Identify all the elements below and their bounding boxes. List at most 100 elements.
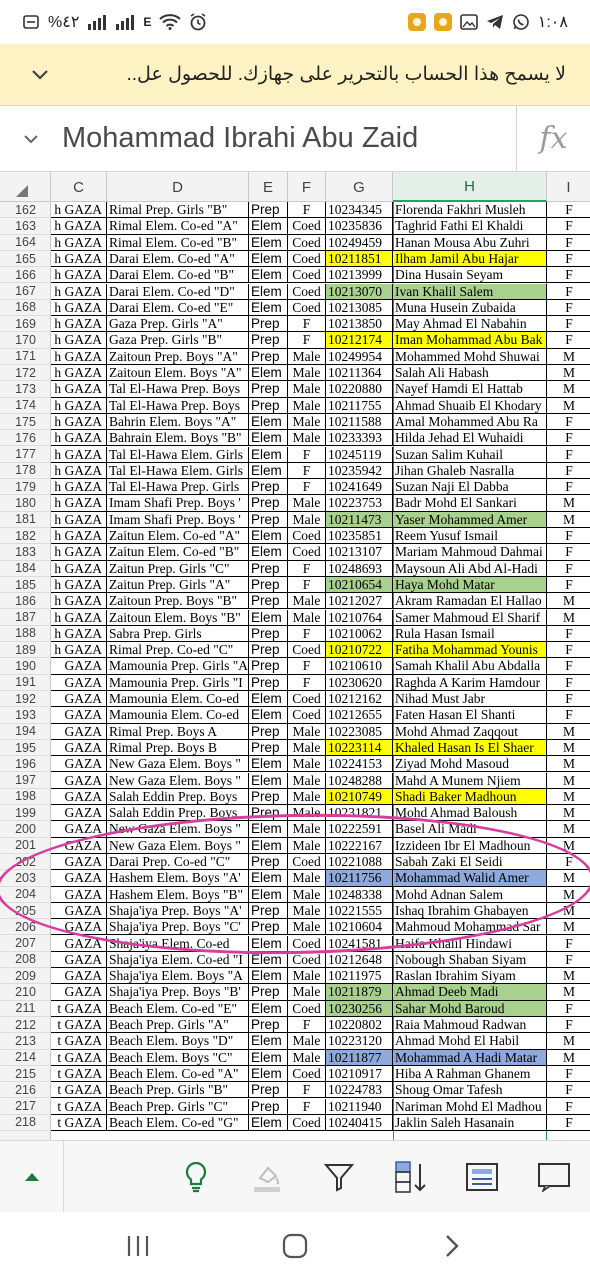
cell-e[interactable]: Prep [249,723,288,740]
cell-f[interactable]: F [288,1098,326,1115]
cell-f[interactable]: Male [288,348,326,365]
cell-f[interactable]: Male [288,1033,326,1050]
row-header[interactable]: 198 [0,789,51,806]
cell-g[interactable]: 10210604 [326,919,393,936]
cell-i[interactable]: M [547,903,590,920]
cell-d[interactable]: Zaitun Elem. Co-ed "B" [107,544,249,561]
cell-f[interactable]: Male [288,805,326,822]
fill-color-button[interactable] [232,1141,302,1213]
cell-e[interactable]: Prep [249,1098,288,1115]
cell-d[interactable]: Salah Eddin Prep. Boys [107,805,249,822]
cell-c[interactable]: GAZA [51,658,107,675]
cell-e[interactable]: Elem [249,837,288,854]
cell-h[interactable]: Nariman Mohd El Madhou [393,1098,547,1115]
cell-c[interactable]: GAZA [51,707,107,724]
cell-e[interactable]: Prep [249,495,288,512]
cell-c[interactable]: h GAZA [51,397,107,414]
cell-i[interactable]: M [547,610,590,626]
row-header[interactable]: 205 [0,903,51,920]
cell-f[interactable]: Coed [288,267,326,284]
cell-e[interactable]: Elem [249,870,288,887]
row-header[interactable]: 202 [0,854,51,871]
cell-f[interactable]: Male [288,413,326,431]
cell-c[interactable]: t GAZA [51,1017,107,1034]
cell-d[interactable]: Bahrain Elem. Boys "B" [107,430,249,447]
cell-g[interactable]: 10211851 [326,250,393,268]
cell-e[interactable]: Elem [249,430,288,447]
cell-i[interactable]: F [547,300,590,317]
cell-g[interactable]: 10212648 [326,951,393,969]
cell-c[interactable]: h GAZA [51,299,107,317]
row-header[interactable]: 174 [0,398,51,414]
row-header[interactable]: 206 [0,919,51,936]
sort-button[interactable] [376,1141,446,1213]
ideas-button[interactable] [161,1141,231,1213]
cell-d[interactable]: Darai Elem. Co-ed "E" [107,299,249,317]
cell-d[interactable]: Zaitun Prep. Girls "C" [107,560,249,577]
cell-c[interactable]: GAZA [51,968,107,985]
cell-e[interactable]: Elem [249,691,288,708]
comment-button[interactable] [519,1141,589,1213]
cell-e[interactable]: Elem [249,299,288,317]
cell-i[interactable]: F [547,1099,590,1115]
column-header-f[interactable]: F [288,172,326,202]
cell-i[interactable]: F [547,854,590,871]
cell-i[interactable]: M [547,870,590,887]
chevron-down-icon[interactable] [26,61,54,89]
cell-c[interactable]: h GAZA [51,479,107,496]
cell-g[interactable]: 10224153 [326,756,393,773]
cell-c[interactable]: h GAZA [51,495,107,512]
cell-d[interactable]: Zaitoun Elem. Boys "B" [107,609,249,626]
cell-c[interactable]: GAZA [51,772,107,789]
cell-h[interactable]: Samah Khalil Abu Abdalla [393,658,547,675]
cell-c[interactable]: h GAZA [51,625,107,643]
cell-i[interactable]: M [547,805,590,822]
cell-h[interactable]: Hanan Mousa Abu Zuhri [393,234,547,251]
cell-i[interactable]: M [547,512,590,528]
cell-e[interactable]: Elem [249,886,288,903]
cell-f[interactable]: F [288,1082,326,1099]
cell-g[interactable]: 10210749 [326,788,393,806]
cell-h[interactable]: Florenda Fakhri Musleh [393,202,547,219]
row-header[interactable]: 180 [0,495,51,512]
cell-e[interactable]: Elem [249,1065,288,1083]
cell-c[interactable]: h GAZA [51,202,107,219]
row-header[interactable]: 184 [0,561,51,577]
cell-f[interactable]: F [288,446,326,463]
cell-d[interactable]: Darai Prep. Co-ed "C" [107,854,249,871]
cell-f[interactable]: Male [288,756,326,773]
cell-c[interactable]: h GAZA [51,609,107,626]
row-header[interactable]: 172 [0,365,51,382]
cell-d[interactable]: Shaja'iya Elem. Boys "A [107,968,249,985]
cell-h[interactable]: Raghda A Karim Hamdour [393,674,547,691]
row-header[interactable]: 194 [0,724,51,740]
cell-g[interactable]: 10224783 [326,1082,393,1099]
cell-c[interactable]: GAZA [51,951,107,969]
cell-i[interactable]: M [547,593,590,610]
recents-button[interactable] [108,1221,168,1271]
cell-f[interactable]: Male [288,495,326,512]
cell-i[interactable]: F [547,479,590,496]
row-header[interactable]: 162 [0,202,51,219]
cell-f[interactable]: Coed [288,528,326,545]
cell-g[interactable]: 10211588 [326,413,393,431]
cell-i[interactable]: M [547,398,590,414]
cell-f[interactable]: Male [288,919,326,936]
cell-f[interactable]: Coed [288,1000,326,1017]
cell-d[interactable]: Bahrin Elem. Boys "A" [107,413,249,431]
cell-g[interactable]: 10230256 [326,1000,393,1017]
cell-i[interactable]: F [547,1066,590,1083]
cell-h[interactable]: Akram Ramadan El Hallao [393,593,547,610]
cell-i[interactable]: F [547,284,590,300]
cell-e[interactable]: Elem [249,528,288,545]
cell-d[interactable]: Rimal Elem. Co-ed "A" [107,218,249,235]
cell-e[interactable]: Elem [249,756,288,773]
cell-e[interactable]: Prep [249,397,288,414]
cell-h[interactable]: Taghrid Fathi El Khaldi [393,218,547,235]
home-button[interactable] [265,1221,325,1271]
row-header[interactable]: 213 [0,1033,51,1050]
cell-f[interactable]: Coed [288,854,326,871]
cell-h[interactable]: Badr Mohd El Sankari [393,495,547,512]
cell-i[interactable]: M [547,887,590,903]
cell-d[interactable]: Salah Eddin Prep. Boys [107,788,249,806]
